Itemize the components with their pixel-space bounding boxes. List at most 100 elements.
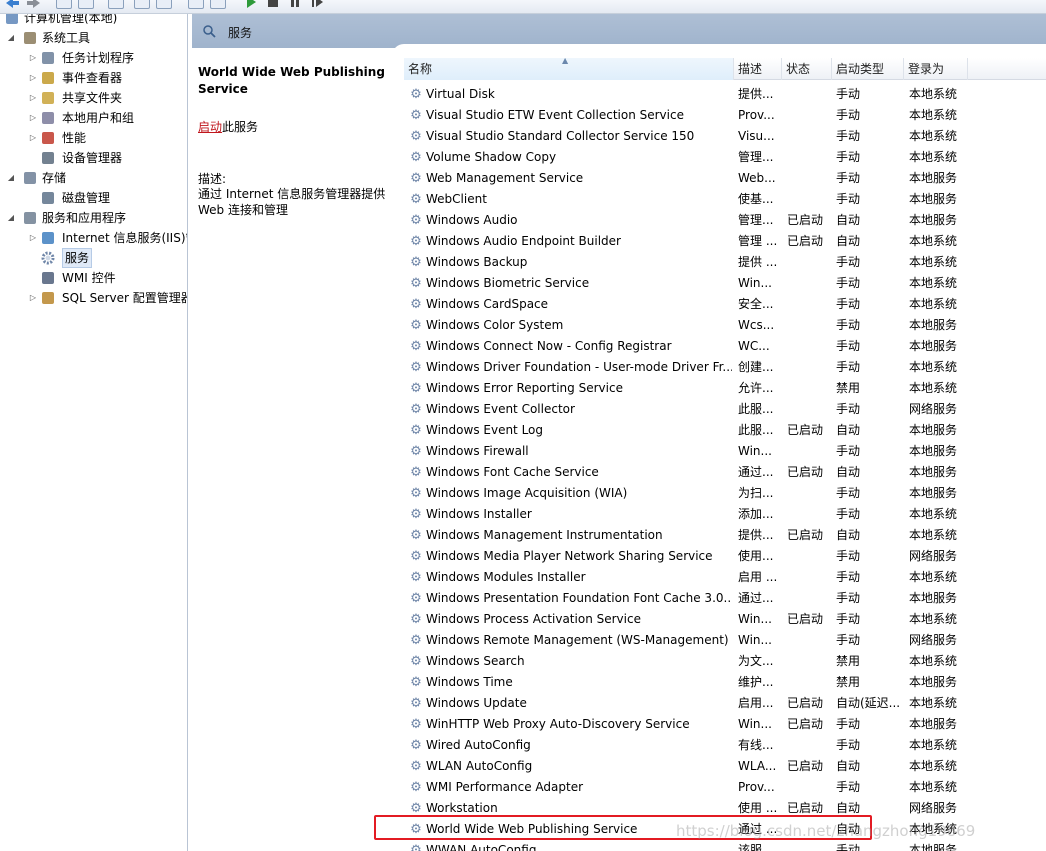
service-name-cell: ⚙ Wired AutoConfig (408, 735, 732, 756)
service-row[interactable]: ⚙ Windows Backup 提供 ... 手动 本地系统 (404, 252, 1046, 273)
service-row[interactable]: ⚙ Windows Media Player Network Sharing Se… (404, 546, 1046, 567)
collapse-arrow-icon[interactable]: ◢ (6, 28, 16, 48)
service-startup-type: 手动 (836, 339, 861, 353)
sql-server-icon (40, 290, 56, 306)
up-folder-icon[interactable] (56, 0, 72, 9)
service-row[interactable]: ⚙ Windows Error Reporting Service 允许... 禁用 本… (404, 378, 1046, 399)
service-gear-icon: ⚙ (410, 150, 422, 165)
tree-item[interactable]: ▷ SQL Server 配置管理器 (0, 288, 187, 308)
service-row[interactable]: ⚙ Windows Biometric Service Win... 手动 本地系统 (404, 273, 1046, 294)
tree-item-label: 计算机管理(本地) (24, 14, 118, 25)
tree-item[interactable]: ▷ 性能 (0, 128, 187, 148)
tree-item[interactable]: ◢ 系统工具 (0, 28, 187, 48)
detail-service-name: World Wide Web Publishing Service (198, 65, 385, 96)
tree-item[interactable]: 设备管理器 (0, 148, 187, 168)
play-icon[interactable] (244, 0, 258, 9)
service-row[interactable]: ⚙ WWAN AutoConfig 该服... 手动 本地服务 (404, 840, 1046, 851)
panel-title: 服务 (228, 26, 253, 40)
service-row[interactable]: ⚙ Windows Process Activation Service Win..… (404, 609, 1046, 630)
service-name-cell: ⚙ WMI Performance Adapter (408, 777, 732, 798)
column-name[interactable]: 名称 (404, 58, 734, 80)
tree-item[interactable]: ◢ 存储 (0, 168, 187, 188)
service-row[interactable]: ⚙ Wired AutoConfig 有线... 手动 本地系统 (404, 735, 1046, 756)
service-row[interactable]: ⚙ Visual Studio ETW Event Collection Serv… (404, 105, 1046, 126)
tree-item-label: 任务计划程序 (62, 51, 135, 65)
service-logon-as: 本地系统 (909, 255, 958, 269)
column-description[interactable]: 描述 (734, 58, 782, 80)
expand-arrow-icon[interactable]: ▷ (28, 88, 38, 108)
service-row[interactable]: ⚙ Windows Update 启用... 已启动 自动(延迟... 本地系统 (404, 693, 1046, 714)
tree-item[interactable]: 服务 (0, 248, 187, 268)
restart-icon[interactable] (310, 0, 324, 9)
service-row[interactable]: ⚙ Windows Event Log 此服... 已启动 自动 本地服务 (404, 420, 1046, 441)
tree-item[interactable]: ▷ Internet 信息服务(IIS)管 (0, 228, 187, 248)
service-row[interactable]: ⚙ Windows Installer 添加... 手动 本地系统 (404, 504, 1046, 525)
expand-arrow-icon[interactable]: ▷ (28, 288, 38, 308)
service-description: 管理... (738, 213, 774, 227)
view-icon[interactable] (210, 0, 226, 9)
service-row[interactable]: ⚙ Visual Studio Standard Collector Servic… (404, 126, 1046, 147)
service-row[interactable]: ⚙ WMI Performance Adapter Prov... 手动 本地系统 (404, 777, 1046, 798)
collapse-arrow-icon[interactable]: ◢ (6, 208, 16, 228)
column-status[interactable]: 状态 (782, 58, 832, 80)
start-service-link[interactable]: 启动 (198, 120, 222, 134)
tree-item[interactable]: ▷ 事件查看器 (0, 68, 187, 88)
service-row[interactable]: ⚙ WebClient 使基... 手动 本地服务 (404, 189, 1046, 210)
column-startup-type[interactable]: 启动类型 (832, 58, 904, 80)
service-row[interactable]: ⚙ Windows Font Cache Service 通过... 已启动 自动 本地服… (404, 462, 1046, 483)
properties-icon[interactable] (108, 0, 124, 9)
service-name: Windows Time (426, 675, 513, 689)
service-row[interactable]: ⚙ Windows Modules Installer 启用 ... 手动 本地系统 (404, 567, 1046, 588)
tree-item[interactable]: ▷ 本地用户和组 (0, 108, 187, 128)
service-status (787, 147, 833, 168)
service-row[interactable]: ⚙ Virtual Disk 提供... 手动 本地系统 (404, 84, 1046, 105)
tree-item[interactable]: ▷ 任务计划程序 (0, 48, 187, 68)
service-name: WWAN AutoConfig (426, 843, 537, 851)
service-row[interactable]: ⚙ Windows Connect Now - Config Registrar W… (404, 336, 1046, 357)
console-tree-icon[interactable] (78, 0, 94, 9)
service-row[interactable]: ⚙ Windows Management Instrumentation 提供...… (404, 525, 1046, 546)
tree-item[interactable]: 磁盘管理 (0, 188, 187, 208)
expand-arrow-icon[interactable]: ▷ (28, 228, 38, 248)
help-icon[interactable] (188, 0, 204, 9)
back-arrow-icon[interactable] (4, 0, 20, 9)
expand-arrow-icon[interactable]: ▷ (28, 108, 38, 128)
service-row[interactable]: ⚙ Windows Audio 管理... 已启动 自动 本地服务 (404, 210, 1046, 231)
column-logon-as[interactable]: 登录为 (904, 58, 968, 80)
service-row[interactable]: ⚙ Windows Event Collector 此服... 手动 网络服务 (404, 399, 1046, 420)
forward-arrow-icon[interactable] (26, 0, 42, 9)
refresh-icon[interactable] (134, 0, 150, 9)
tree-item[interactable]: WMI 控件 (0, 268, 187, 288)
service-row[interactable]: ⚙ Windows Time 维护... 禁用 本地服务 (404, 672, 1046, 693)
tree-item[interactable]: ▷ 共享文件夹 (0, 88, 187, 108)
service-name: Windows Remote Management (WS-Management… (426, 633, 729, 647)
service-row[interactable]: ⚙ Windows Firewall Win... 手动 本地服务 (404, 441, 1046, 462)
service-row[interactable]: ⚙ WLAN AutoConfig WLA... 已启动 自动 本地系统 (404, 756, 1046, 777)
service-row[interactable]: ⚙ Windows Remote Management (WS-Managemen… (404, 630, 1046, 651)
service-row[interactable]: ⚙ Windows Image Acquisition (WIA) 为扫... 手动 本… (404, 483, 1046, 504)
service-startup-type: 手动 (836, 129, 861, 143)
service-row[interactable]: ⚙ Volume Shadow Copy 管理... 手动 本地系统 (404, 147, 1046, 168)
stop-icon[interactable] (266, 0, 280, 9)
expand-arrow-icon[interactable]: ▷ (28, 128, 38, 148)
service-row[interactable]: ⚙ Windows Driver Foundation - User-mode D… (404, 357, 1046, 378)
service-name-cell: ⚙ Windows Process Activation Service (408, 609, 732, 630)
service-description: Win... (738, 612, 772, 626)
expand-arrow-icon[interactable]: ▷ (28, 48, 38, 68)
tree-item[interactable]: ◢ 服务和应用程序 (0, 208, 187, 228)
export-icon[interactable] (156, 0, 172, 9)
service-logon-as: 网络服务 (909, 402, 958, 416)
service-row[interactable]: ⚙ Windows Search 为文... 禁用 本地系统 (404, 651, 1046, 672)
tree-item[interactable]: 计算机管理(本地) (0, 14, 187, 28)
collapse-arrow-icon[interactable]: ◢ (6, 168, 16, 188)
service-row[interactable]: ⚙ Windows Audio Endpoint Builder 管理 ... 已启动… (404, 231, 1046, 252)
service-row[interactable]: ⚙ Windows Presentation Foundation Font Ca… (404, 588, 1046, 609)
service-gear-icon: ⚙ (410, 675, 422, 690)
service-row[interactable]: ⚙ Windows CardSpace 安全... 手动 本地系统 (404, 294, 1046, 315)
expand-arrow-icon[interactable]: ▷ (28, 68, 38, 88)
service-row[interactable]: ⚙ WinHTTP Web Proxy Auto-Discovery Servic… (404, 714, 1046, 735)
pause-icon[interactable] (288, 0, 302, 9)
service-row[interactable]: ⚙ Windows Color System Wcs... 手动 本地服务 (404, 315, 1046, 336)
service-row[interactable]: ⚙ Web Management Service Web... 手动 本地服务 (404, 168, 1046, 189)
service-description: 为文... (738, 654, 774, 668)
